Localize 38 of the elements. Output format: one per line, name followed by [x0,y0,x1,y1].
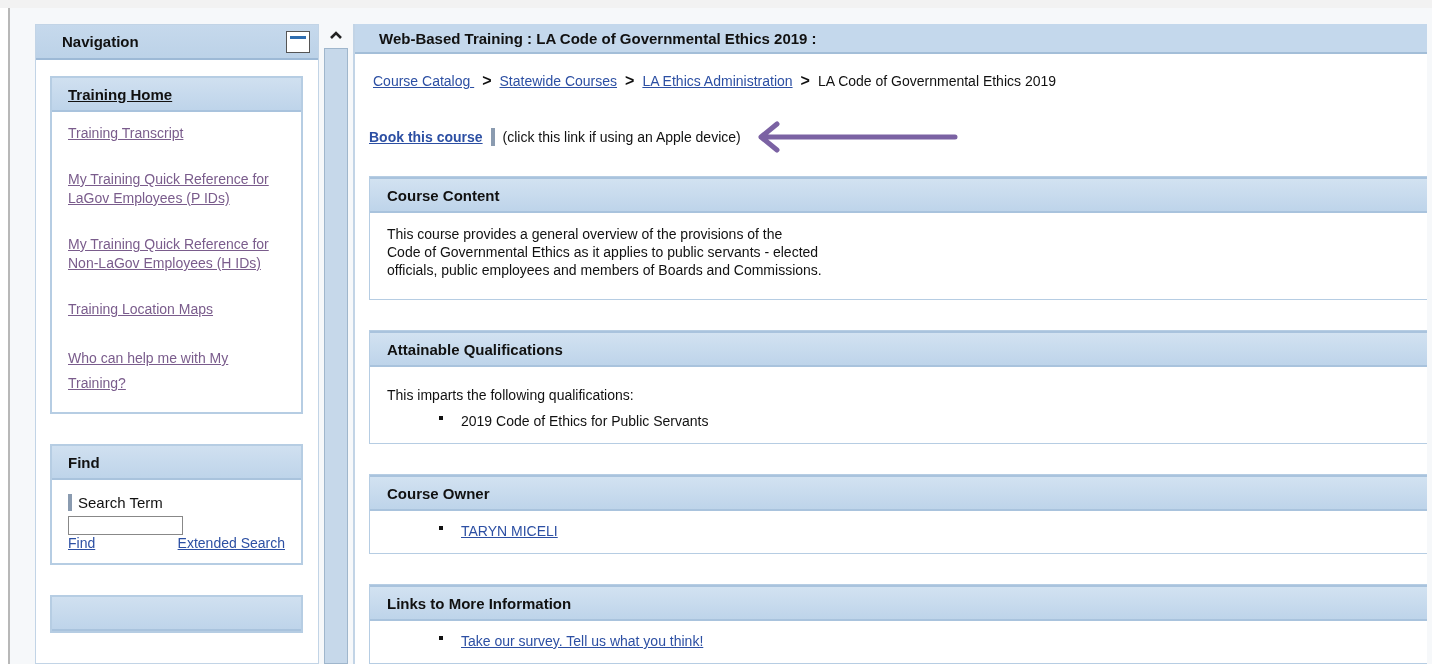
box-title: Find [68,453,100,471]
bullet-icon [439,526,443,530]
find-link[interactable]: Find [68,535,96,551]
item-link[interactable]: Take our survey. Tell us what you think! [461,633,704,649]
search-term-label: Search Term [78,494,163,511]
bullet-icon [439,416,443,420]
breadcrumb-separator: > [482,72,492,90]
apple-note: (click this link if using an Apple device) [502,129,741,145]
nav-link[interactable]: My Training Quick Reference for Non-LaGov Employees (H IDs) [68,235,285,273]
nav-link[interactable]: My Training Quick Reference for LaGov Employees (P IDs) [68,170,285,208]
navigation-title: Navigation [62,33,139,50]
breadcrumb-separator: > [800,72,810,90]
description-text: Code of Governmental Ethics as it applies to public servants - elected [387,243,820,261]
main-title: Web-Based Training : LA Code of Governmental Ethics 2019 : [379,29,817,47]
breadcrumb-link[interactable]: Course Catalog [373,73,475,89]
breadcrumb-link[interactable]: Statewide Courses [499,73,618,89]
minimize-button[interactable] [286,30,310,53]
breadcrumb-separator: > [625,72,635,90]
find-link[interactable]: Extended Search [177,535,285,551]
description-text: officials, public employees and members of Boards and Commissions. [387,261,823,279]
bullet-icon [439,636,443,640]
nav-link[interactable]: Who can help me with My Training? [68,346,285,396]
book-course-link[interactable]: Book this course [369,129,483,145]
section-title: Course Content [387,186,500,204]
nav-link[interactable]: Training Location Maps [68,300,285,319]
section-title: Attainable Qualifications [387,340,563,358]
breadcrumb-link[interactable]: LA Ethics Administration [642,73,793,89]
section-title: Links to More Information [387,594,572,612]
nav-link[interactable]: Training Transcript [68,124,285,143]
description-text: This course provides a general overview of the provisions of the [387,225,784,243]
intro-text: This imparts the following qualifications: [387,387,635,403]
item-text: 2019 Code of Ethics for Public Servants [461,413,709,429]
search-field[interactable] [68,516,183,535]
item-link[interactable]: TARYN MICELI [461,523,558,539]
collapse-up-icon[interactable] [329,30,343,40]
box-title-link[interactable]: Training Home [68,85,173,103]
section-title: Course Owner [387,484,490,502]
breadcrumb-current: LA Code of Governmental Ethics 2019 [817,73,1057,89]
